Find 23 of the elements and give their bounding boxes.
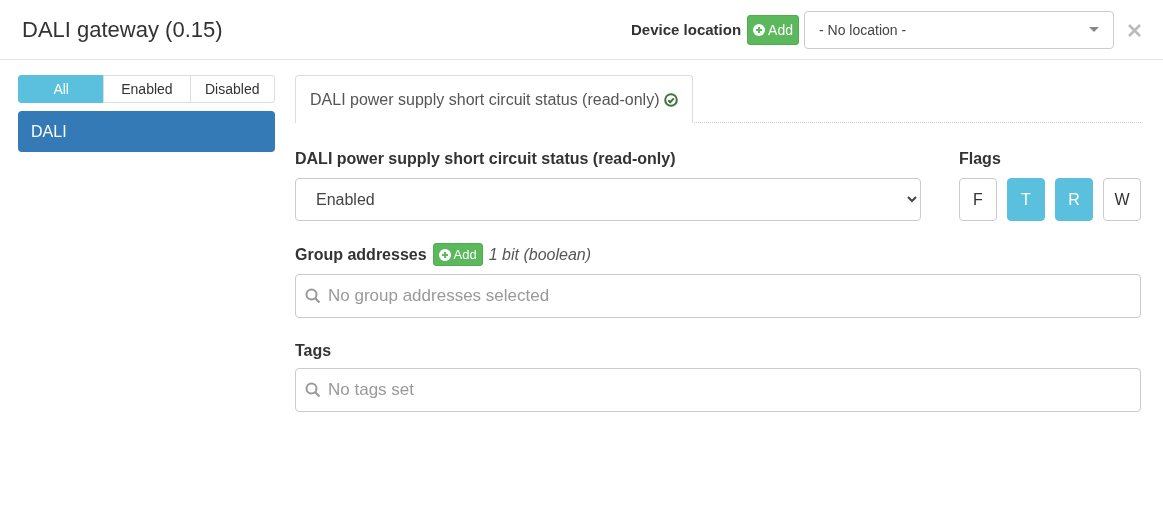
filter-tab[interactable]: Enabled	[103, 75, 191, 103]
filter-tab[interactable]: Disabled	[189, 75, 275, 103]
flag-toggle[interactable]: W	[1103, 178, 1141, 221]
location-select[interactable]: - No location -	[804, 10, 1114, 49]
flags-label: Flags	[959, 150, 1002, 168]
plus-circle-icon	[438, 248, 451, 261]
flag-toggle[interactable]: F	[959, 178, 997, 221]
window-title: DALI gateway (0.15)	[22, 16, 224, 43]
plus-circle-icon	[753, 23, 766, 36]
search-icon	[305, 382, 321, 398]
datatype-text: 1 bit (boolean)	[488, 245, 592, 264]
group-addresses-label: Group addresses	[295, 245, 427, 264]
tab[interactable]: DALI power supply short circuit status (read-only)	[295, 75, 694, 123]
check-circle-icon	[664, 92, 679, 107]
group-addresses-field[interactable]: No group addresses selected	[295, 274, 1141, 318]
field-label: DALI power supply short circuit status (read-only)	[295, 150, 677, 168]
status-select[interactable]: Enabled	[295, 178, 921, 221]
tags-label: Tags	[295, 342, 332, 360]
device-location-label: Device location	[631, 21, 742, 38]
caret-icon	[1089, 27, 1099, 32]
sidebar-item[interactable]: DALI	[18, 111, 275, 152]
search-icon	[305, 288, 321, 304]
tags-field[interactable]: No tags set	[295, 368, 1141, 412]
